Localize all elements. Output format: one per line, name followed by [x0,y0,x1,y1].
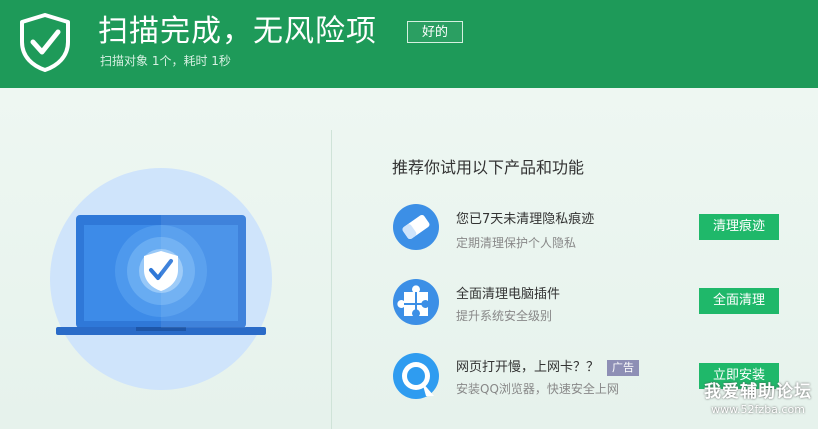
eraser-icon [393,204,439,250]
item-privacy-desc: 定期清理保护个人隐私 [456,236,577,250]
item-browser-title: 网页打开慢，上网卡？？ 广告 [456,356,640,376]
full-clean-button[interactable]: 全面清理 [699,288,779,314]
scan-summary: 扫描对象 1个，耗时 1秒 [100,54,231,68]
watermark: 我爱辅助论坛 www.52fzba.com [700,381,816,417]
puzzle-icon [393,279,439,325]
shield-check-icon [20,13,70,72]
recommend-title: 推荐你试用以下产品和功能 [392,158,585,177]
qq-browser-icon [393,353,439,399]
item-plugin-desc: 提升系统安全级别 [456,309,553,323]
divider [331,130,332,429]
item-plugin-title: 全面清理电脑插件 [456,287,561,302]
watermark-line2: www.52fzba.com [711,403,805,416]
ad-badge: 广告 [607,359,640,376]
laptop-shield-illustration [50,168,272,390]
ok-button[interactable]: 好的 [407,21,463,43]
item-browser-title-text: 网页打开慢，上网卡？？ [456,360,600,375]
clean-traces-button[interactable]: 清理痕迹 [699,214,779,240]
item-browser-desc: 安装QQ浏览器，快速安全上网 [456,382,619,396]
watermark-line1: 我爱辅助论坛 [704,382,812,402]
header-bar: 扫描完成，无风险项 好的 扫描对象 1个，耗时 1秒 [0,0,818,88]
page-title: 扫描完成，无风险项 [98,14,377,49]
item-privacy-title: 您已7天未清理隐私痕迹 [456,212,595,227]
